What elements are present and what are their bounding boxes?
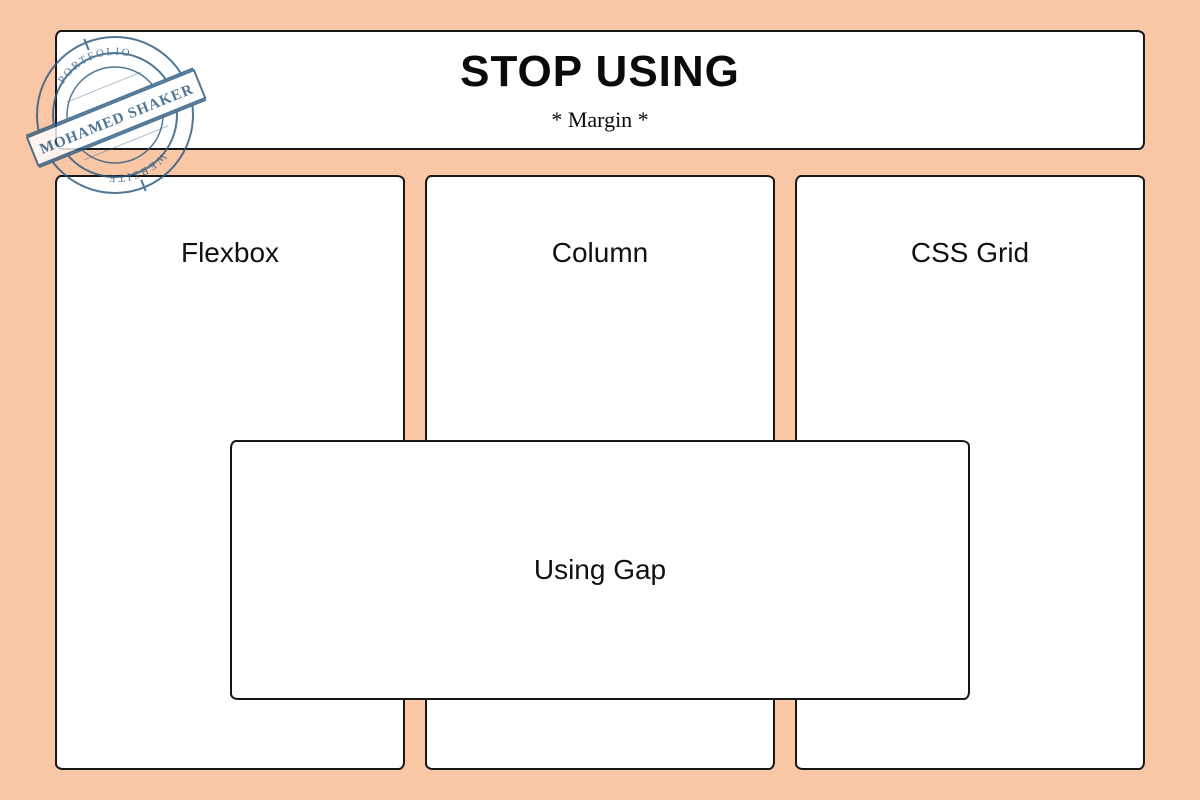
title: STOP USING <box>460 47 740 97</box>
column-label: Column <box>552 237 648 268</box>
column-label: CSS Grid <box>911 237 1029 268</box>
svg-text:PORTFOLIO: PORTFOLIO <box>51 36 136 89</box>
overlay-label: Using Gap <box>534 554 666 586</box>
overlay-box: Using Gap <box>230 440 970 700</box>
column-label: Flexbox <box>181 237 279 268</box>
subtitle: * Margin * <box>551 107 648 133</box>
svg-text:WEBSITE: WEBSITE <box>103 149 172 192</box>
stamp-bottom-arc: WEBSITE <box>103 149 172 192</box>
stamp-top-arc: PORTFOLIO <box>51 36 136 89</box>
